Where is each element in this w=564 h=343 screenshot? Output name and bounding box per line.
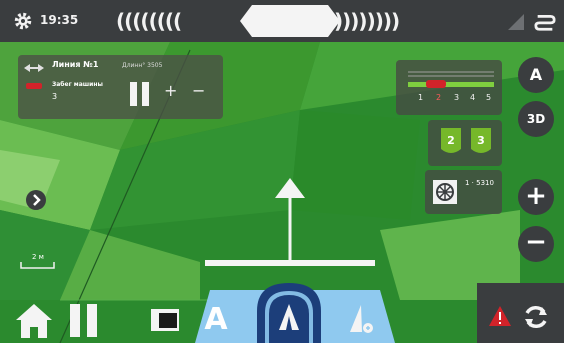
guidance-line-panel: Линия №1 Длинн° 3505 Забег машины 3 + − bbox=[18, 55, 223, 119]
section-number: 2 bbox=[436, 93, 442, 102]
guidance-offset-left: (((((((( bbox=[116, 9, 182, 33]
zoom-out-button[interactable]: − bbox=[518, 226, 554, 262]
line-type-a-button[interactable]: A bbox=[196, 300, 236, 340]
pause-icon[interactable] bbox=[128, 81, 152, 107]
tractor-icon bbox=[205, 178, 375, 266]
gear-icon[interactable] bbox=[12, 10, 34, 32]
signal-icon bbox=[508, 14, 524, 30]
rpm-icon bbox=[433, 180, 457, 204]
section-number: 3 bbox=[454, 93, 460, 102]
line-name: Линия №1 bbox=[52, 60, 99, 69]
section-number: 4 bbox=[470, 93, 476, 102]
navigator-screen: 19:35 (((((((( )))))))) Линия №1 Длинн° … bbox=[0, 0, 564, 343]
swath-icon bbox=[26, 83, 42, 89]
auto-steer-button[interactable]: A bbox=[518, 57, 554, 93]
guidance-offset-right: )))))))) bbox=[334, 9, 400, 33]
scale-label: 2 м bbox=[32, 253, 44, 261]
ab-line-icon bbox=[279, 304, 299, 330]
swath-label: Забег машины bbox=[52, 81, 103, 88]
line-distance: Длинн° 3505 bbox=[122, 62, 163, 69]
clock: 19:35 bbox=[40, 13, 79, 27]
gears-panel: 2 3 bbox=[428, 120, 502, 166]
view-3d-button[interactable]: 3D bbox=[518, 101, 554, 137]
zoom-in-button[interactable]: + bbox=[518, 179, 554, 215]
rpm-value: 1 · 5310 bbox=[465, 179, 494, 187]
section-number: 5 bbox=[486, 93, 492, 102]
home-icon[interactable] bbox=[14, 302, 54, 340]
refresh-icon[interactable] bbox=[522, 303, 550, 331]
chevron-right-icon bbox=[33, 194, 41, 206]
status-bar: 19:35 (((((((( )))))))) bbox=[0, 0, 564, 42]
gear-number: 2 bbox=[447, 134, 455, 147]
engine-panel: 1 · 5310 bbox=[425, 170, 502, 214]
point-mode-icon[interactable] bbox=[344, 302, 378, 336]
warning-icon[interactable] bbox=[488, 305, 512, 327]
pause-icon[interactable] bbox=[68, 301, 100, 339]
panel-toggle-icon[interactable] bbox=[150, 305, 186, 335]
section-number: 1 bbox=[418, 93, 424, 102]
expand-sidebar-button[interactable] bbox=[26, 190, 46, 210]
shift-plus-button[interactable]: + bbox=[164, 81, 177, 100]
line-switch-icon[interactable] bbox=[24, 61, 44, 75]
offset-indicator bbox=[240, 5, 340, 37]
sections-bar bbox=[408, 71, 494, 88]
shift-minus-button[interactable]: − bbox=[192, 81, 205, 100]
switch-icon[interactable] bbox=[534, 10, 556, 32]
swath-value: 3 bbox=[52, 92, 58, 101]
gear-number: 3 bbox=[477, 134, 485, 147]
sections-panel: 1 2 3 4 5 bbox=[396, 60, 502, 115]
